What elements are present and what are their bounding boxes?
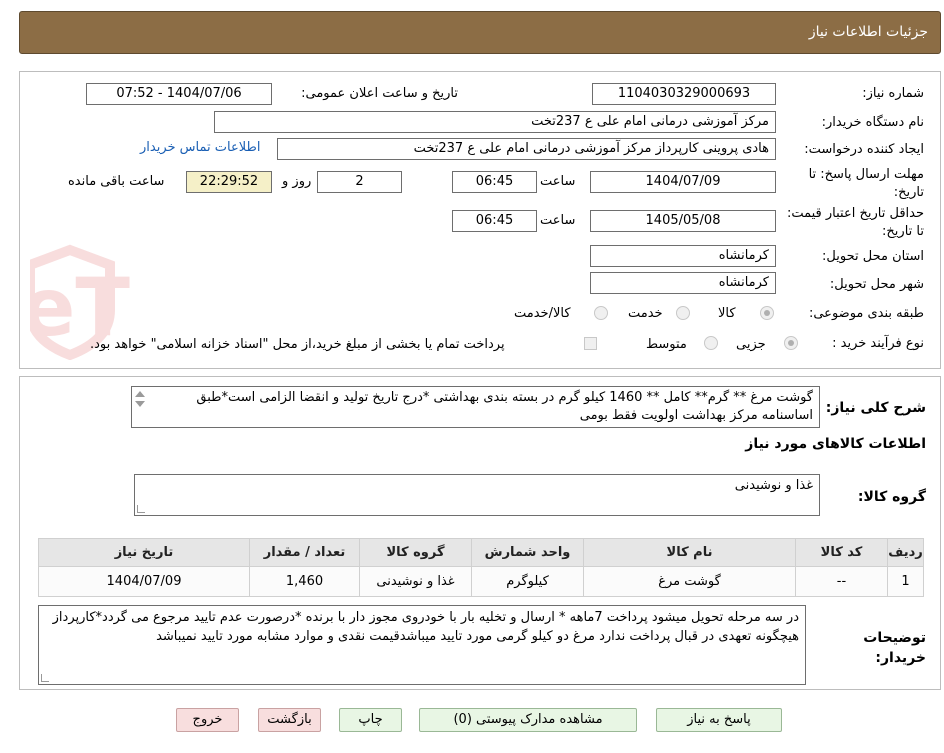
description-scrollbar[interactable]	[132, 387, 148, 427]
col-quantity: تعداد / مقدار	[249, 538, 360, 567]
reply-to-need-button[interactable]: پاسخ به نیاز	[656, 708, 782, 732]
process-minor-radio[interactable]	[784, 336, 798, 350]
buyer-org-field: مرکز آموزشی درمانی امام علی ع 237تخت	[214, 111, 776, 133]
process-medium-label: متوسط	[646, 337, 687, 352]
cell-date: 1404/07/09	[38, 566, 250, 597]
cell-name: گوشت مرغ	[583, 566, 796, 597]
deadline-time-label: ساعت	[540, 174, 576, 189]
requester-field: هادی پروینی کارپرداز مرکز آموزشی درمانی …	[277, 138, 776, 160]
view-attachments-button[interactable]: مشاهده مدارک پیوستی (0)	[419, 708, 637, 732]
exit-button[interactable]: خروج	[176, 708, 239, 732]
validity-time-label: ساعت	[540, 213, 576, 228]
city-field: کرمانشاه	[590, 272, 776, 294]
category-goods-service-radio[interactable]	[594, 306, 608, 320]
page-title: جزئیات اطلاعات نیاز	[808, 24, 928, 40]
goods-group-field[interactable]: غذا و نوشیدنی	[134, 474, 820, 516]
deadline-time-field: 06:45	[452, 171, 537, 193]
description-text: گوشت مرغ ** گرم** کامل ** 1460 کیلو گرم …	[196, 390, 813, 423]
cell-row: 1	[887, 566, 924, 597]
province-label: استان محل تحویل:	[822, 249, 924, 264]
back-button[interactable]: بازگشت	[258, 708, 321, 732]
buyer-org-label: نام دستگاه خریدار:	[821, 115, 924, 130]
page-title-bar: جزئیات اطلاعات نیاز	[19, 11, 941, 54]
cell-group: غذا و نوشیدنی	[359, 566, 472, 597]
deadline-date-field: 1404/07/09	[590, 171, 776, 193]
buyer-notes-text: در سه مرحله تحویل میشود پرداخت 7ماهه * ا…	[52, 610, 799, 644]
process-label: نوع فرآیند خرید :	[832, 336, 924, 351]
goods-group-resize-handle[interactable]	[137, 505, 145, 513]
goods-group-label: گروه کالا:	[857, 489, 926, 505]
category-goods-service-label: کالا/خدمت	[514, 306, 571, 321]
goods-table-header: ردیف کد کالا نام کالا واحد شمارش گروه کا…	[38, 538, 924, 567]
col-date: تاریخ نیاز	[38, 538, 250, 567]
process-minor-label: جزیی	[736, 337, 766, 352]
table-row: 1 -- گوشت مرغ کیلوگرم غذا و نوشیدنی 1,46…	[38, 566, 924, 597]
announce-datetime-field: 1404/07/06 - 07:52	[86, 83, 272, 105]
print-button[interactable]: چاپ	[339, 708, 402, 732]
requester-label: ایجاد کننده درخواست:	[804, 142, 924, 157]
announce-label: تاریخ و ساعت اعلان عمومی:	[301, 86, 458, 101]
goods-group-value: غذا و نوشیدنی	[734, 478, 813, 493]
validity-time-field: 06:45	[452, 210, 537, 232]
category-service-radio[interactable]	[676, 306, 690, 320]
province-field: کرمانشاه	[590, 245, 776, 267]
validity-date-field: 1405/05/08	[590, 210, 776, 232]
treasury-payment-checkbox[interactable]	[584, 337, 597, 350]
description-label: شرح کلی نیاز:	[825, 400, 926, 416]
process-medium-radio[interactable]	[704, 336, 718, 350]
category-goods-radio[interactable]	[760, 306, 774, 320]
days-label: روز و	[282, 174, 312, 189]
cell-unit: کیلوگرم	[471, 566, 584, 597]
city-label: شهر محل تحویل:	[829, 277, 924, 292]
cell-quantity: 1,460	[249, 566, 360, 597]
need-number-field: 1104030329000693	[592, 83, 776, 105]
col-group: گروه کالا	[359, 538, 472, 567]
validity-label: حداقل تاریخ اعتبار قیمت: تا تاریخ:	[786, 206, 924, 239]
treasury-payment-note: پرداخت تمام یا بخشی از مبلغ خرید،از محل …	[90, 337, 505, 352]
description-textarea[interactable]: گوشت مرغ ** گرم** کامل ** 1460 کیلو گرم …	[131, 386, 820, 428]
buyer-notes-textarea[interactable]: در سه مرحله تحویل میشود پرداخت 7ماهه * ا…	[38, 605, 806, 685]
col-name: نام کالا	[583, 538, 796, 567]
cell-code: --	[795, 566, 888, 597]
category-goods-label: کالا	[718, 306, 736, 321]
need-number-label: شماره نیاز:	[862, 86, 924, 101]
buyer-contact-link[interactable]: اطلاعات تماس خریدار	[140, 140, 260, 155]
buyer-notes-label: توضیحات خریدار:	[863, 630, 926, 666]
days-remaining-field: 2	[317, 171, 402, 193]
goods-section-title: اطلاعات کالاهای مورد نیاز	[745, 436, 926, 452]
deadline-label: مهلت ارسال پاسخ: تا تاریخ:	[808, 167, 924, 200]
category-label: طبقه بندی موضوعی:	[808, 306, 924, 321]
col-unit: واحد شمارش	[471, 538, 584, 567]
goods-table: ردیف کد کالا نام کالا واحد شمارش گروه کا…	[38, 538, 924, 597]
category-service-label: خدمت	[628, 306, 663, 321]
buyer-notes-resize-handle[interactable]	[41, 674, 49, 682]
col-code: کد کالا	[795, 538, 888, 567]
remaining-time-label: ساعت باقی مانده	[68, 174, 165, 189]
col-row: ردیف	[887, 538, 924, 567]
remaining-time-field: 22:29:52	[186, 171, 272, 193]
